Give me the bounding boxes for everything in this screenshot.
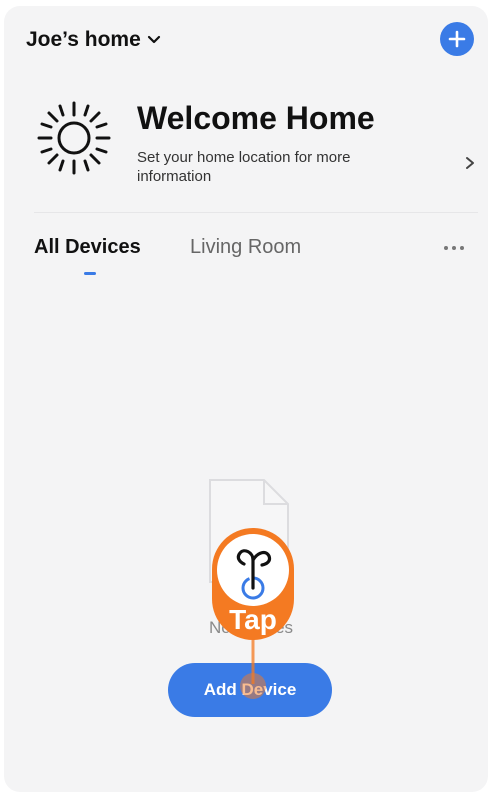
empty-state-text: No devices — [208, 618, 294, 637]
welcome-subtitle: Set your home location for more informat… — [137, 149, 351, 185]
home-name: Joe’s home — [26, 28, 141, 51]
plus-icon — [448, 30, 466, 48]
tab-all-devices[interactable]: All Devices — [34, 236, 141, 259]
welcome-title: Welcome Home — [137, 100, 375, 136]
home-screen: Joe’s home Welcome Home Set your home lo… — [4, 6, 488, 792]
chevron-right-icon — [466, 157, 474, 169]
chevron-down-icon — [147, 35, 160, 44]
welcome-card[interactable]: Welcome Home Set your home location for … — [34, 98, 478, 208]
room-tabs: All Devices Living Room — [34, 236, 478, 276]
home-selector[interactable]: Joe’s home — [26, 28, 161, 52]
divider — [34, 212, 478, 213]
tab-living-room[interactable]: Living Room — [190, 236, 301, 259]
active-tab-indicator — [84, 272, 96, 275]
empty-document-icon — [209, 479, 289, 583]
add-device-button[interactable]: Add Device — [168, 663, 332, 717]
add-button[interactable] — [440, 22, 474, 56]
sun-icon — [37, 101, 111, 175]
more-options-icon[interactable] — [444, 246, 464, 250]
